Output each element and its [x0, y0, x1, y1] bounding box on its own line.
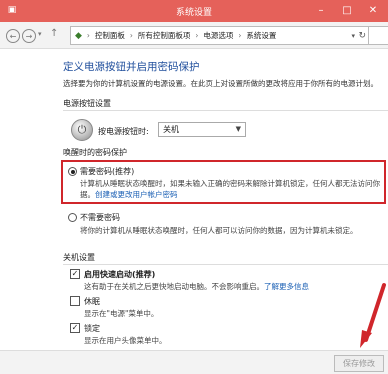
- no-password-label[interactable]: 不需要密码: [80, 212, 120, 223]
- save-changes-button[interactable]: 保存修改: [334, 355, 384, 372]
- history-dropdown-icon[interactable]: ▾: [38, 30, 42, 38]
- close-icon[interactable]: ✕: [362, 3, 384, 18]
- lock-desc: 显示在用户头像菜单中。: [84, 336, 167, 345]
- lock-checkbox[interactable]: ✓: [70, 323, 80, 333]
- main-content: 定义电源按钮并启用密码保护 选择要为你的计算机设置的电源设置。在此页上对设置所做…: [0, 48, 388, 373]
- section-title-power: 电源按钮设置: [63, 99, 111, 108]
- section-title-shutdown: 关机设置: [63, 253, 95, 262]
- maximize-icon[interactable]: □: [336, 3, 358, 18]
- search-input[interactable]: [368, 26, 388, 45]
- hibernate-label[interactable]: 休眠: [84, 296, 100, 307]
- fast-startup-checkbox[interactable]: ✓: [70, 269, 80, 279]
- select-value: 关机: [163, 125, 179, 134]
- require-password-label[interactable]: 需要密码(推荐): [80, 166, 134, 177]
- minimize-icon[interactable]: –: [310, 3, 332, 18]
- section-title-wake: 唤醒时的密码保护: [63, 148, 127, 157]
- page-title: 定义电源按钮并启用密码保护: [63, 61, 200, 73]
- address-bar[interactable]: ◆ › 控制面板 › 所有控制面板项 › 电源选项 › 系统设置 ▾ ↻: [70, 26, 370, 45]
- hibernate-checkbox[interactable]: [70, 296, 80, 306]
- address-dropdown-icon[interactable]: ▾: [351, 32, 355, 40]
- chevron-down-icon: ▼: [235, 125, 241, 133]
- back-arrow-icon[interactable]: ←: [6, 29, 20, 43]
- title-bar: ▣ 系统设置 – □ ✕: [0, 0, 388, 22]
- fast-startup-desc: 这有助于在关机之后更快地启动电脑。不会影响重启。了解更多信息: [84, 282, 309, 291]
- no-password-radio[interactable]: [68, 213, 77, 222]
- control-panel-icon: ◆: [75, 30, 82, 41]
- create-password-link[interactable]: 创建或更改用户帐户密码: [95, 190, 178, 199]
- forward-arrow-icon[interactable]: →: [22, 29, 36, 43]
- page-description: 选择要为你的计算机设置的电源设置。在此页上对设置所做的更改将应用于你所有的电源计…: [63, 79, 378, 88]
- power-icon: ⏻: [71, 119, 93, 141]
- breadcrumb-item[interactable]: 控制面板: [95, 30, 125, 41]
- divider: [63, 110, 388, 111]
- refresh-icon[interactable]: ↻: [358, 31, 366, 41]
- hibernate-desc: 显示在"电源"菜单中。: [84, 309, 159, 318]
- require-password-radio[interactable]: [68, 167, 77, 176]
- breadcrumb-item[interactable]: 电源选项: [203, 30, 233, 41]
- up-arrow-icon[interactable]: ↑: [50, 28, 58, 39]
- lock-label[interactable]: 锁定: [84, 323, 100, 334]
- window-controls: – □ ✕: [310, 3, 384, 18]
- address-row: ← → ▾ ↑ ◆ › 控制面板 › 所有控制面板项 › 电源选项 › 系统设置…: [0, 22, 388, 49]
- fast-startup-label[interactable]: 启用快速启动(推荐): [84, 269, 155, 280]
- footer-bar: 保存修改: [0, 350, 388, 374]
- power-button-label: 按电源按钮时:: [98, 127, 149, 136]
- power-button-action-select[interactable]: 关机 ▼: [158, 122, 246, 137]
- require-password-desc: 计算机从睡眠状态唤醒时，如果未输入正确的密码来解除计算机锁定，任何人都无法访问你: [80, 179, 380, 188]
- require-password-desc-2: 据。创建或更改用户帐户密码: [80, 190, 178, 199]
- no-password-desc: 将你的计算机从睡眠状态唤醒时，任何人都可以访问你的数据，因为计算机未锁定。: [80, 226, 358, 235]
- learn-more-link[interactable]: 了解更多信息: [264, 282, 309, 291]
- breadcrumb-item[interactable]: 系统设置: [246, 30, 276, 41]
- divider: [63, 264, 388, 265]
- breadcrumb-item[interactable]: 所有控制面板项: [138, 30, 191, 41]
